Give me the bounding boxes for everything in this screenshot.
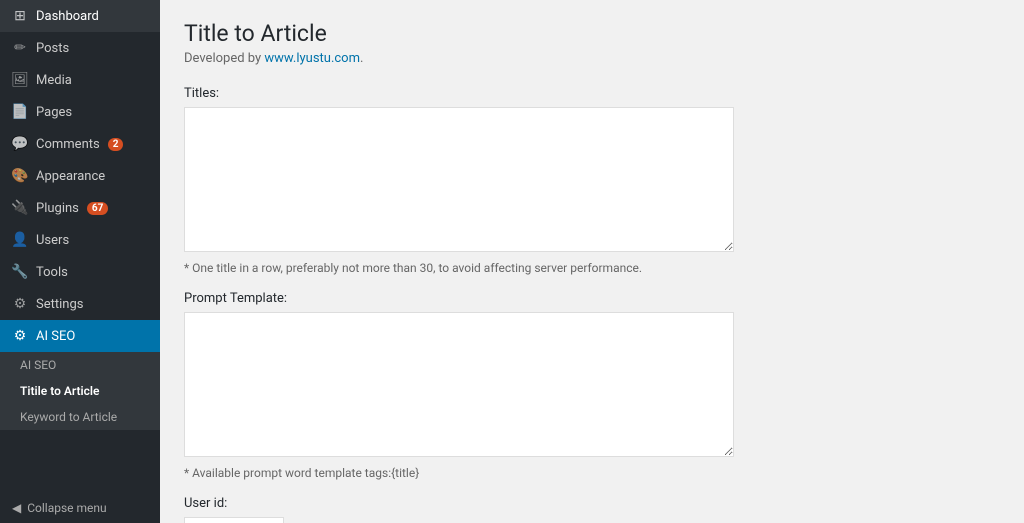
sidebar-item-label: Settings (36, 297, 83, 312)
appearance-icon: 🎨 (12, 168, 28, 184)
sidebar-item-plugins[interactable]: 🔌 Plugins 67 (0, 192, 160, 224)
sidebar-item-label: Tools (36, 265, 68, 280)
dev-by-text: Developed by www.lyustu.com. (184, 51, 1000, 66)
users-icon: 👤 (12, 232, 28, 248)
posts-icon: ✏ (12, 40, 28, 56)
sidebar-item-label: Dashboard (36, 9, 99, 24)
sidebar-item-label: Pages (36, 105, 72, 120)
tools-icon: 🔧 (12, 264, 28, 280)
prompt-hint: * Available prompt word template tags:{t… (184, 466, 1000, 480)
sidebar-item-label: Comments (36, 137, 100, 152)
subitem-label: Keyword to Article (20, 410, 117, 424)
titles-section: Titles: * One title in a row, preferably… (184, 86, 1000, 275)
sidebar: ⊞ Dashboard ✏ Posts 🖼 Media 📄 Pages 💬 Co… (0, 0, 160, 523)
sidebar-item-pages[interactable]: 📄 Pages (0, 96, 160, 128)
main-content: Title to Article Developed by www.lyustu… (160, 0, 1024, 523)
user-id-label: User id: (184, 496, 1000, 511)
prompt-label: Prompt Template: (184, 291, 1000, 306)
sidebar-item-label: Plugins (36, 201, 79, 216)
sidebar-submenu: AI SEO Titile to Article Keyword to Arti… (0, 352, 160, 430)
collapse-icon: ◀ (12, 501, 21, 515)
comments-icon: 💬 (12, 136, 28, 152)
comments-badge: 2 (108, 138, 124, 151)
sidebar-subitem-ai-seo[interactable]: AI SEO (0, 352, 160, 378)
sidebar-item-dashboard[interactable]: ⊞ Dashboard (0, 0, 160, 32)
settings-icon: ⚙ (12, 296, 28, 312)
collapse-label: Collapse menu (27, 501, 106, 515)
titles-hint: * One title in a row, preferably not mor… (184, 261, 1000, 275)
sidebar-item-appearance[interactable]: 🎨 Appearance (0, 160, 160, 192)
user-id-section: User id: * Who will publish. Specify a u… (184, 496, 1000, 523)
plugins-badge: 67 (87, 202, 108, 215)
sidebar-item-tools[interactable]: 🔧 Tools (0, 256, 160, 288)
sidebar-item-settings[interactable]: ⚙ Settings (0, 288, 160, 320)
sidebar-item-users[interactable]: 👤 Users (0, 224, 160, 256)
dashboard-icon: ⊞ (12, 8, 28, 24)
user-id-input[interactable] (184, 517, 284, 523)
ai-seo-icon: ⚙ (12, 328, 28, 344)
sidebar-item-posts[interactable]: ✏ Posts (0, 32, 160, 64)
sidebar-item-label: Appearance (36, 169, 105, 184)
prompt-section: Prompt Template: * Available prompt word… (184, 291, 1000, 480)
titles-textarea[interactable] (184, 107, 734, 252)
prompt-textarea[interactable] (184, 312, 734, 457)
sidebar-item-label: AI SEO (36, 329, 75, 344)
sidebar-item-label: Media (36, 73, 72, 88)
sidebar-item-comments[interactable]: 💬 Comments 2 (0, 128, 160, 160)
pages-icon: 📄 (12, 104, 28, 120)
subitem-label: Titile to Article (20, 384, 99, 398)
sidebar-subitem-title-to-article[interactable]: Titile to Article (0, 378, 160, 404)
plugins-icon: 🔌 (12, 200, 28, 216)
sidebar-item-label: Users (36, 233, 69, 248)
sidebar-item-ai-seo[interactable]: ⚙ AI SEO (0, 320, 160, 352)
media-icon: 🖼 (12, 72, 28, 88)
sidebar-subitem-keyword-to-article[interactable]: Keyword to Article (0, 404, 160, 430)
subitem-label: AI SEO (20, 358, 56, 372)
titles-label: Titles: (184, 86, 1000, 101)
dev-by-link[interactable]: www.lyustu.com (264, 51, 360, 66)
sidebar-item-label: Posts (36, 41, 69, 56)
sidebar-item-media[interactable]: 🖼 Media (0, 64, 160, 96)
page-title: Title to Article (184, 20, 1000, 47)
collapse-menu-button[interactable]: ◀ Collapse menu (0, 493, 160, 523)
